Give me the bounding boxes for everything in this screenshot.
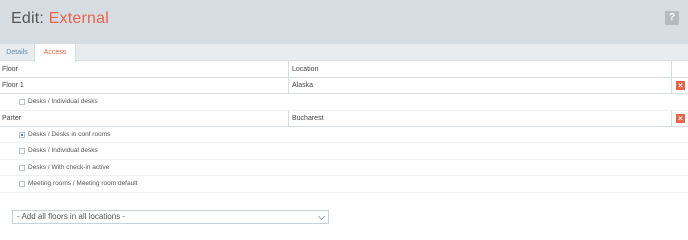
page-title-name: External (48, 10, 109, 27)
tab-bar: Details Access (0, 44, 688, 62)
location-name: Alaska (292, 82, 314, 89)
page-title: Edit: External (11, 9, 109, 29)
column-divider (671, 110, 672, 126)
column-header-location: Location (292, 66, 319, 73)
tab-access[interactable]: Access (34, 44, 76, 62)
resource-checkbox[interactable] (19, 131, 25, 138)
chevron-down-icon (317, 212, 326, 221)
column-divider (288, 110, 289, 126)
list-item: Desks / With check-in active (0, 160, 688, 176)
location-name: Bucharest (292, 114, 324, 122)
floor-name: Floor 1 (2, 82, 24, 89)
table-row: Floor 1 Alaska × (0, 78, 688, 94)
add-floors-select-value: - Add all floors in all locations - (17, 212, 126, 221)
page-title-prefix: Edit: (11, 10, 49, 27)
column-divider (671, 61, 672, 77)
delete-row-button[interactable]: × (676, 113, 685, 123)
resource-label: Meeting rooms / Meeting room default (28, 180, 138, 187)
delete-row-button[interactable]: × (676, 81, 685, 90)
resource-label: Desks / Individual desks (28, 147, 98, 154)
resource-label: Desks / Individual desks (28, 98, 98, 105)
page-header: Edit: External ? (0, 0, 688, 44)
help-button[interactable]: ? (665, 11, 679, 25)
column-divider (671, 78, 672, 93)
column-divider (288, 61, 289, 77)
floor-name: Parter (2, 114, 22, 122)
table-row: Parter Bucharest × (0, 110, 688, 127)
list-item: Desks / Individual desks (0, 94, 688, 111)
resource-label: Desks / Desks in conf rooms (28, 130, 111, 138)
column-divider (288, 78, 289, 93)
column-header-floor: Floor (2, 66, 18, 73)
list-item: Desks / Desks in conf rooms (0, 127, 688, 143)
table-header-row: Floor Location (0, 61, 688, 78)
resource-checkbox[interactable] (19, 164, 25, 171)
resource-checkbox[interactable] (19, 99, 25, 105)
list-item: Meeting rooms / Meeting room default (0, 176, 688, 193)
resource-checkbox[interactable] (19, 148, 25, 154)
tab-details[interactable]: Details (0, 44, 34, 61)
resource-checkbox[interactable] (19, 181, 25, 187)
list-item: Desks / Individual desks (0, 143, 688, 160)
resource-label: Desks / With check-in active (28, 163, 110, 171)
add-floors-select[interactable]: - Add all floors in all locations - (12, 210, 329, 224)
access-table: Floor Location Floor 1 Alaska × Desks / … (0, 61, 688, 193)
